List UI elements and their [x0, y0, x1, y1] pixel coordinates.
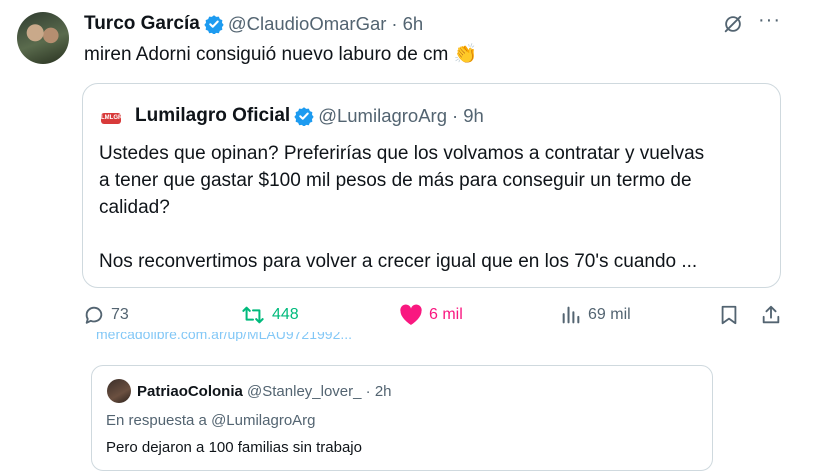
lumilagro-logo-icon: LMLGR: [101, 113, 122, 124]
in-reply-to-label: En respuesta a @LumilagroArg: [106, 412, 316, 429]
author-name[interactable]: Turco García: [84, 13, 200, 35]
grok-icon[interactable]: [722, 13, 744, 35]
author-handle[interactable]: @ClaudioOmarGar: [228, 13, 387, 35]
embedded-reply-card[interactable]: PatriaoColonia @Stanley_lover_ · 2h En r…: [91, 365, 713, 471]
quoted-tweet-text: Ustedes que opinan? Preferirías que los …: [99, 143, 705, 272]
tweet-time[interactable]: 6h: [403, 13, 424, 35]
verified-badge-icon: [204, 15, 224, 34]
separator-dot: ·: [391, 13, 398, 34]
repost-count: 448: [272, 306, 299, 323]
quoted-tweet-header: Lumilagro Oficial @LumilagroArg · 9h: [135, 105, 484, 127]
repost-icon: [242, 306, 264, 324]
views-chart-icon: [562, 306, 580, 324]
separator-dot: ·: [365, 383, 371, 400]
separator-dot: ·: [452, 105, 459, 126]
quoted-author-name: Lumilagro Oficial: [135, 105, 291, 126]
verified-badge-icon: [294, 107, 314, 126]
reply-count: 73: [111, 306, 129, 323]
quoted-tweet-time: 9h: [463, 105, 484, 126]
share-button[interactable]: [760, 304, 788, 326]
clapping-hands-icon: 👏: [453, 44, 478, 65]
reply-author-name: PatriaoColonia: [137, 383, 243, 400]
tweet-action-bar: 73 448 6 mil 69 mil: [0, 300, 816, 336]
more-options-icon[interactable]: ···: [758, 9, 781, 32]
quoted-tweet-card[interactable]: LMLGR Lumilagro Oficial @LumilagroArg · …: [82, 83, 781, 288]
reply-text: Pero dejaron a 100 familias sin trabajo: [106, 439, 362, 456]
tweet-text: miren Adorni consiguió nuevo laburo de c…: [84, 42, 477, 66]
reply-author-handle: @Stanley_lover_: [247, 383, 362, 400]
bookmark-icon: [721, 305, 737, 325]
quoted-author-handle: @LumilagroArg: [318, 105, 448, 126]
cropped-link-text: mercadolibre.com.ar/up/MLAU9721992...: [96, 332, 352, 341]
tweet-header: Turco García @ClaudioOmarGar · 6h: [84, 12, 423, 36]
views-count: 69 mil: [588, 306, 631, 323]
share-icon: [762, 305, 780, 324]
author-avatar[interactable]: [17, 12, 69, 64]
reply-button[interactable]: 73: [83, 304, 129, 326]
reply-header: PatriaoColonia @Stanley_lover_ · 2h: [137, 383, 392, 400]
bookmark-button[interactable]: [718, 304, 746, 326]
reply-author-avatar: [107, 379, 131, 403]
reply-icon: [85, 306, 103, 324]
heart-icon: [400, 304, 422, 325]
views-button[interactable]: 69 mil: [560, 304, 631, 326]
tweet-text-body: miren Adorni consiguió nuevo laburo de c…: [84, 44, 449, 65]
reply-time: 2h: [374, 383, 392, 400]
like-button[interactable]: 6 mil: [399, 304, 463, 326]
like-count: 6 mil: [429, 306, 463, 323]
cropped-link-url: mercadolibre.com.ar/up/MLAU9721992...: [96, 332, 353, 341]
repost-button[interactable]: 448: [240, 304, 299, 326]
